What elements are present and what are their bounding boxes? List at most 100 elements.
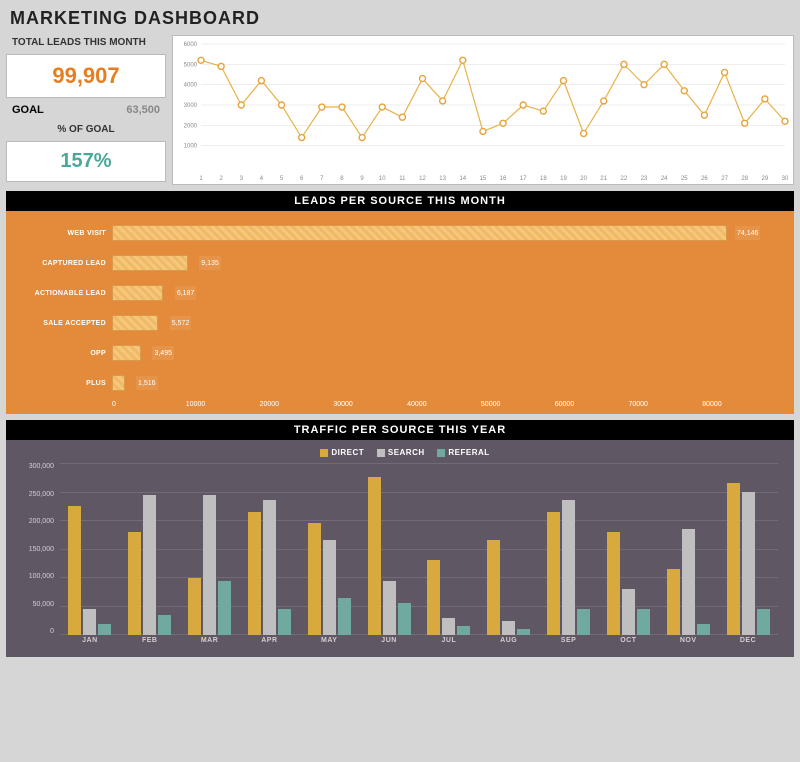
legend: DIRECT SEARCH REFERAL: [18, 448, 782, 457]
month-group: [479, 540, 539, 635]
traffic-chart: DIRECT SEARCH REFERAL 300,000250,000200,…: [6, 440, 794, 657]
bar-direct: [68, 506, 81, 635]
svg-text:3: 3: [240, 176, 244, 182]
bar-direct: [248, 512, 261, 635]
bar-search: [203, 495, 216, 635]
metrics-panel: TOTAL LEADS THIS MONTH 99,907 GOAL 63,50…: [6, 35, 166, 185]
pct-goal-label: % OF GOAL: [6, 122, 166, 137]
bar-direct: [547, 512, 560, 635]
legend-swatch-referal: [437, 449, 445, 457]
month-group: [718, 483, 778, 635]
svg-text:2000: 2000: [184, 123, 198, 129]
leads-source-header: LEADS PER SOURCE THIS MONTH: [6, 191, 794, 211]
hbar-x-axis: 0100002000030000400005000060000700008000…: [112, 401, 776, 408]
month-group: [419, 560, 479, 635]
svg-text:6000: 6000: [184, 42, 198, 48]
svg-text:9: 9: [360, 176, 364, 182]
hbar-label: CAPTURED LEAD: [24, 260, 112, 267]
pct-goal-value: 157%: [60, 150, 111, 172]
month-group: [120, 495, 180, 635]
hbar-value: 74,146: [735, 226, 760, 240]
bar-direct: [128, 532, 141, 635]
svg-text:4: 4: [260, 176, 264, 182]
month-group: [60, 506, 120, 635]
leads-source-chart: WEB VISIT 74,146 CAPTURED LEAD 9,135 ACT…: [6, 211, 794, 414]
hbar-value: 1,516: [136, 376, 158, 390]
total-leads-label: TOTAL LEADS THIS MONTH: [6, 35, 166, 50]
svg-text:2: 2: [219, 176, 223, 182]
svg-text:3000: 3000: [184, 103, 198, 109]
hbar-value: 6,187: [175, 286, 197, 300]
svg-text:6: 6: [300, 176, 304, 182]
total-leads-box: 99,907: [6, 54, 166, 98]
bar-search: [742, 492, 755, 635]
legend-referal: REFERAL: [448, 448, 489, 457]
svg-text:24: 24: [661, 176, 668, 182]
bar-direct: [188, 578, 201, 635]
svg-text:5: 5: [280, 176, 284, 182]
bar-direct: [427, 560, 440, 635]
hbar-label: SALE ACCEPTED: [24, 320, 112, 327]
legend-direct: DIRECT: [331, 448, 364, 457]
svg-text:11: 11: [399, 176, 406, 182]
bar-search: [383, 581, 396, 635]
hbar-fill: 74,146: [112, 225, 727, 241]
svg-text:28: 28: [741, 176, 748, 182]
month-group: [239, 500, 299, 635]
goal-value: 63,500: [126, 104, 160, 116]
legend-search: SEARCH: [388, 448, 425, 457]
bar-search: [562, 500, 575, 635]
bar-search: [323, 540, 336, 635]
svg-text:17: 17: [520, 176, 527, 182]
bar-search: [682, 529, 695, 635]
daily-leads-line-chart: 1000200030004000500060001234567891011121…: [172, 35, 794, 185]
svg-text:16: 16: [500, 176, 507, 182]
hbar-track: 9,135: [112, 255, 776, 271]
hbar-value: 9,135: [199, 256, 221, 270]
svg-text:22: 22: [621, 176, 628, 182]
bar-referal: [457, 626, 470, 635]
hbar-fill: 9,135: [112, 255, 188, 271]
bar-referal: [338, 598, 351, 635]
bar-search: [502, 621, 515, 635]
bar-search: [83, 609, 96, 635]
month-group: [598, 532, 658, 635]
svg-text:7: 7: [320, 176, 324, 182]
hbar-row: ACTIONABLE LEAD 6,187: [24, 281, 776, 305]
hbar-track: 5,572: [112, 315, 776, 331]
svg-text:29: 29: [762, 176, 769, 182]
hbar-fill: 1,516: [112, 375, 125, 391]
bar-referal: [517, 629, 530, 635]
hbar-label: ACTIONABLE LEAD: [24, 290, 112, 297]
svg-text:13: 13: [439, 176, 446, 182]
goal-row: GOAL 63,500: [6, 102, 166, 118]
pct-goal-box: 157%: [6, 141, 166, 182]
bar-direct: [368, 477, 381, 635]
bar-referal: [697, 624, 710, 635]
hbar-value: 5,572: [170, 316, 192, 330]
svg-text:19: 19: [560, 176, 567, 182]
svg-text:14: 14: [459, 176, 466, 182]
bar-referal: [158, 615, 171, 635]
goal-label: GOAL: [12, 104, 44, 116]
bar-referal: [637, 609, 650, 635]
month-group: [180, 495, 240, 635]
hbar-track: 1,516: [112, 375, 776, 391]
month-group: [539, 500, 599, 635]
svg-text:4000: 4000: [184, 83, 198, 89]
hbar-fill: 3,495: [112, 345, 141, 361]
hbar-label: WEB VISIT: [24, 230, 112, 237]
bar-search: [143, 495, 156, 635]
bar-search: [263, 500, 276, 635]
hbar-label: OPP: [24, 350, 112, 357]
hbar-value: 3,495: [152, 346, 174, 360]
svg-text:30: 30: [782, 176, 789, 182]
bar-direct: [727, 483, 740, 635]
svg-text:21: 21: [600, 176, 607, 182]
hbar-track: 6,187: [112, 285, 776, 301]
svg-text:26: 26: [701, 176, 708, 182]
hbar-row: OPP 3,495: [24, 341, 776, 365]
bar-search: [442, 618, 455, 635]
hbar-row: WEB VISIT 74,146: [24, 221, 776, 245]
hbar-fill: 5,572: [112, 315, 158, 331]
